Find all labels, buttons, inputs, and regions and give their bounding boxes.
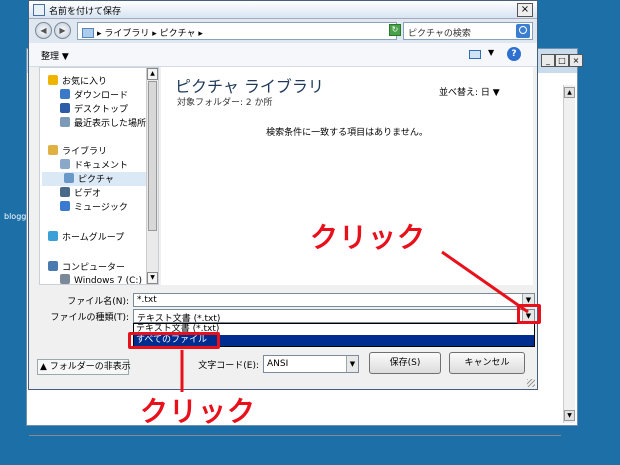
view-dropdown-icon[interactable]: ▼ — [488, 48, 494, 57]
empty-message: 検索条件に一致する項目はありません。 — [266, 128, 428, 138]
resize-grip[interactable] — [527, 379, 535, 387]
dialog-title: 名前を付けて保存 — [49, 7, 122, 17]
nav-item-documents[interactable]: ドキュメント — [60, 158, 128, 172]
sort-by-dropdown[interactable]: 並べ替え: 日 ▼ — [439, 85, 500, 98]
nav-item-drive-c[interactable]: Windows 7 (C:) — [60, 274, 142, 284]
nav-scroll-down[interactable]: ▼ — [147, 272, 158, 284]
nav-item-music[interactable]: ミュージック — [60, 200, 128, 214]
music-icon — [60, 201, 70, 211]
bg-close-button[interactable]: × — [569, 54, 583, 67]
encoding-select[interactable]: ANSI ▼ — [263, 355, 359, 373]
library-folder-icon — [82, 28, 94, 38]
nav-item-downloads[interactable]: ダウンロード — [60, 88, 128, 102]
library-title: ピクチャ ライブラリ — [175, 77, 324, 96]
library-icon — [48, 145, 58, 155]
nav-item-favorites[interactable]: お気に入り — [48, 74, 107, 88]
documents-icon — [60, 159, 70, 169]
nav-item-pictures[interactable]: ピクチャ — [42, 172, 158, 186]
annotation-click-top: クリック — [310, 221, 427, 254]
desktop-icon — [60, 103, 70, 113]
filetype-label: ファイルの種類(T): — [50, 313, 129, 323]
annotation-box-dropdown — [517, 304, 541, 324]
star-icon — [48, 75, 58, 85]
close-button[interactable]: × — [517, 3, 533, 17]
help-icon[interactable]: ? — [507, 47, 521, 61]
save-as-dialog: 名前を付けて保存 × ◀ ▶ ▸ ライブラリ ▸ ピクチャ ▸ ↻ ピクチャの検… — [28, 0, 538, 390]
refresh-icon[interactable]: ↻ — [389, 24, 401, 36]
encoding-dropdown-icon[interactable]: ▼ — [346, 356, 358, 372]
pictures-icon — [64, 173, 74, 183]
search-placeholder: ピクチャの検索 — [408, 29, 471, 39]
filename-field[interactable]: *.txt ▼ — [133, 293, 535, 307]
drive-icon — [60, 274, 70, 284]
command-toolbar: 整理 ▼ ▼ ? — [29, 43, 537, 67]
filename-value: *.txt — [137, 295, 157, 305]
encoding-label: 文字コード(E): — [198, 361, 259, 371]
computer-icon — [48, 261, 58, 271]
video-icon — [60, 187, 70, 197]
bg-minimize-button[interactable]: _ — [541, 54, 555, 67]
bg-scrollbar[interactable]: ▲ ▼ — [563, 85, 575, 423]
back-button[interactable]: ◀ — [35, 22, 52, 39]
annotation-box-all-files — [128, 332, 220, 349]
annotation-click-bottom: クリック — [140, 395, 257, 428]
search-input[interactable]: ピクチャの検索 — [403, 22, 533, 40]
cancel-button[interactable]: キャンセル — [449, 352, 525, 374]
address-bar[interactable]: ▸ ライブラリ ▸ ピクチャ ▸ — [77, 22, 397, 40]
bg-scroll-up[interactable]: ▲ — [564, 87, 575, 98]
notepad-icon — [33, 4, 45, 16]
nav-scroll-up[interactable]: ▲ — [147, 68, 158, 80]
save-button[interactable]: 保存(S) — [369, 352, 441, 374]
dialog-titlebar: 名前を付けて保存 × — [29, 1, 537, 19]
nav-item-recent[interactable]: 最近表示した場所 — [60, 116, 146, 130]
nav-scroll-thumb[interactable] — [148, 81, 157, 231]
filename-label: ファイル名(N): — [67, 297, 129, 307]
breadcrumb: ▸ ライブラリ ▸ ピクチャ ▸ — [97, 29, 203, 39]
navigation-pane: お気に入り ダウンロード デスクトップ 最近表示した場所 ライブラリ ドキュメン… — [39, 67, 159, 285]
desktop-label: blogg — [4, 212, 27, 221]
bg-divider — [29, 435, 561, 436]
nav-item-desktop[interactable]: デスクトップ — [60, 102, 128, 116]
hide-folders-button[interactable]: ▲ フォルダーの非表示 — [37, 359, 131, 375]
filetype-select[interactable]: テキスト文書 (*.txt) ▼ — [133, 309, 535, 324]
nav-item-libraries[interactable]: ライブラリ — [48, 144, 107, 158]
navigation-bar: ◀ ▶ ▸ ライブラリ ▸ ピクチャ ▸ ↻ ピクチャの検索 — [29, 19, 537, 43]
forward-button[interactable]: ▶ — [54, 22, 71, 39]
bg-scroll-down[interactable]: ▼ — [564, 410, 575, 421]
search-icon[interactable] — [516, 24, 530, 38]
nav-scrollbar[interactable]: ▲ ▼ — [146, 68, 158, 284]
organize-button[interactable]: 整理 ▼ — [41, 49, 69, 62]
nav-item-computer[interactable]: コンピューター — [48, 260, 125, 274]
homegroup-icon — [48, 231, 58, 241]
view-options-icon[interactable] — [469, 50, 481, 59]
nav-item-homegroup[interactable]: ホームグループ — [48, 230, 124, 244]
library-subtitle: 対象フォルダー: 2 か所 — [177, 98, 273, 108]
encoding-value: ANSI — [267, 359, 289, 369]
bg-maximize-button[interactable]: □ — [555, 54, 569, 67]
download-icon — [60, 89, 70, 99]
recent-icon — [60, 117, 70, 127]
nav-item-video[interactable]: ビデオ — [60, 186, 101, 200]
